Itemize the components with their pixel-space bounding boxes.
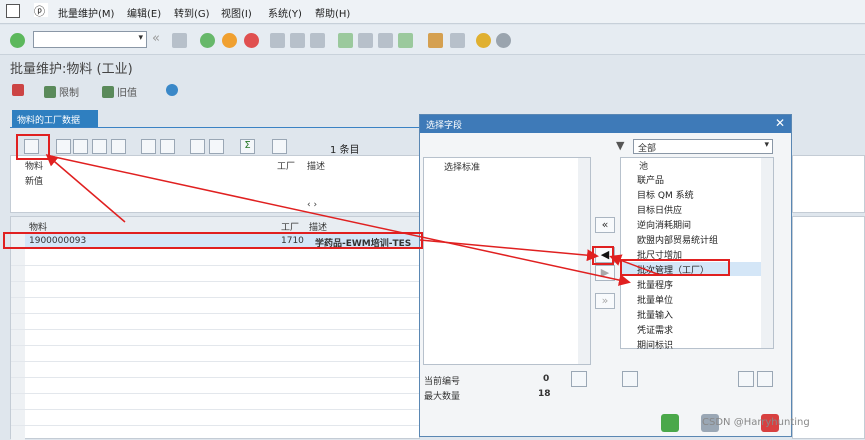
arrow-from-item [609,254,661,276]
arrow-to-choose [45,154,126,223]
annotation-arrows [45,154,661,286]
arrow-to-pool [49,155,631,286]
watermark: CSDN @Harryhunting [702,417,810,428]
arrow-to-add [419,239,599,262]
